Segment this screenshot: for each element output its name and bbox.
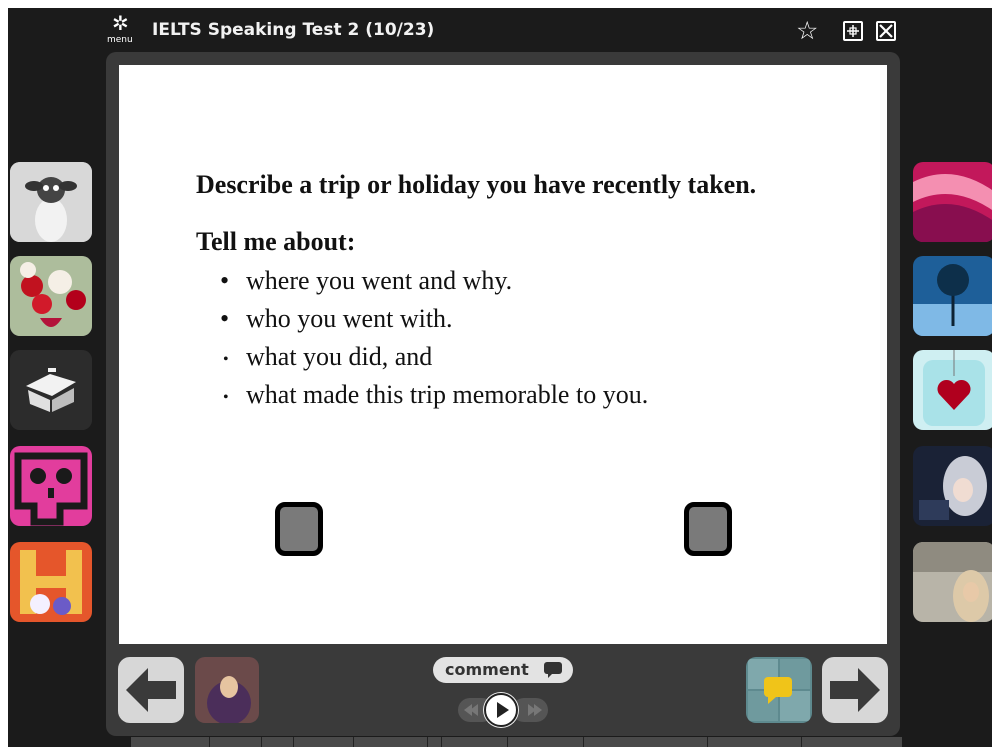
bullet-icon: • [220, 304, 230, 333]
author-avatar[interactable] [195, 657, 259, 723]
thumbnail-pink-abstract[interactable] [913, 162, 992, 242]
thumbnail-underwater-tree[interactable] [913, 256, 992, 336]
slide-subheading: Tell me about: [196, 227, 356, 256]
thumbnail-anime-girl[interactable] [913, 446, 992, 526]
home-icon [10, 350, 92, 430]
arrow-right-icon [830, 668, 880, 712]
thumbnail-home[interactable] [10, 350, 92, 430]
favorite-button[interactable]: ☆ [796, 16, 818, 46]
list-item: • what you did, and [220, 338, 796, 376]
underwater-tree-image [913, 256, 992, 336]
bullet-icon: • [223, 351, 229, 368]
prev-button[interactable] [118, 657, 184, 723]
thumbnail-sheep[interactable] [10, 162, 92, 242]
arrow-left-icon [126, 668, 176, 712]
slide-content: Describe a trip or holiday you have rece… [196, 168, 796, 414]
group-image [746, 657, 812, 723]
menu-label: menu [107, 35, 133, 45]
heart-image [913, 350, 992, 430]
slide-button-right[interactable] [684, 502, 732, 556]
close-button[interactable] [876, 21, 896, 41]
slide-heading: Describe a trip or holiday you have rece… [196, 170, 757, 199]
group-thumbnail[interactable] [746, 657, 812, 723]
woman-portrait-image [913, 542, 992, 622]
slide-button-left[interactable] [275, 502, 323, 556]
thumbnail-skull[interactable] [10, 446, 92, 526]
list-item: • what made this trip memorable to you. [220, 376, 796, 414]
thumbnail-roses[interactable] [10, 256, 92, 336]
roses-image [10, 256, 92, 336]
star-icon: ☆ [796, 16, 819, 45]
anime-girl-image [913, 446, 992, 526]
thumbnail-heart-in-water[interactable] [913, 350, 992, 430]
pink-abstract-image [913, 162, 992, 242]
letter-h-image [10, 542, 92, 622]
play-button[interactable] [483, 692, 519, 728]
next-button[interactable] [822, 657, 888, 723]
bullet-icon: • [220, 266, 230, 295]
fullscreen-button[interactable] [843, 21, 863, 41]
sheep-image [10, 162, 92, 242]
comment-button[interactable]: comment [433, 657, 573, 683]
bullet-icon: • [223, 389, 229, 406]
speech-bubble-icon [544, 662, 562, 678]
menu-button[interactable]: ✲ menu [103, 13, 139, 49]
thumbnail-letter-h[interactable] [10, 542, 92, 622]
gear-icon: ✲ [112, 11, 129, 35]
page-title: IELTS Speaking Test 2 (10/23) [152, 20, 435, 40]
list-item: • where you went and why. [220, 262, 796, 300]
list-item: • who you went with. [220, 300, 796, 338]
thumbnail-woman-portrait[interactable] [913, 542, 992, 622]
expand-icon [847, 25, 859, 37]
skull-image [10, 446, 92, 526]
progress-strip [131, 737, 902, 747]
avatar [195, 657, 259, 723]
bullet-list: • where you went and why. • who you went w… [196, 262, 796, 414]
play-icon [484, 693, 518, 727]
comment-label: comment [445, 660, 529, 679]
close-icon [879, 24, 893, 38]
